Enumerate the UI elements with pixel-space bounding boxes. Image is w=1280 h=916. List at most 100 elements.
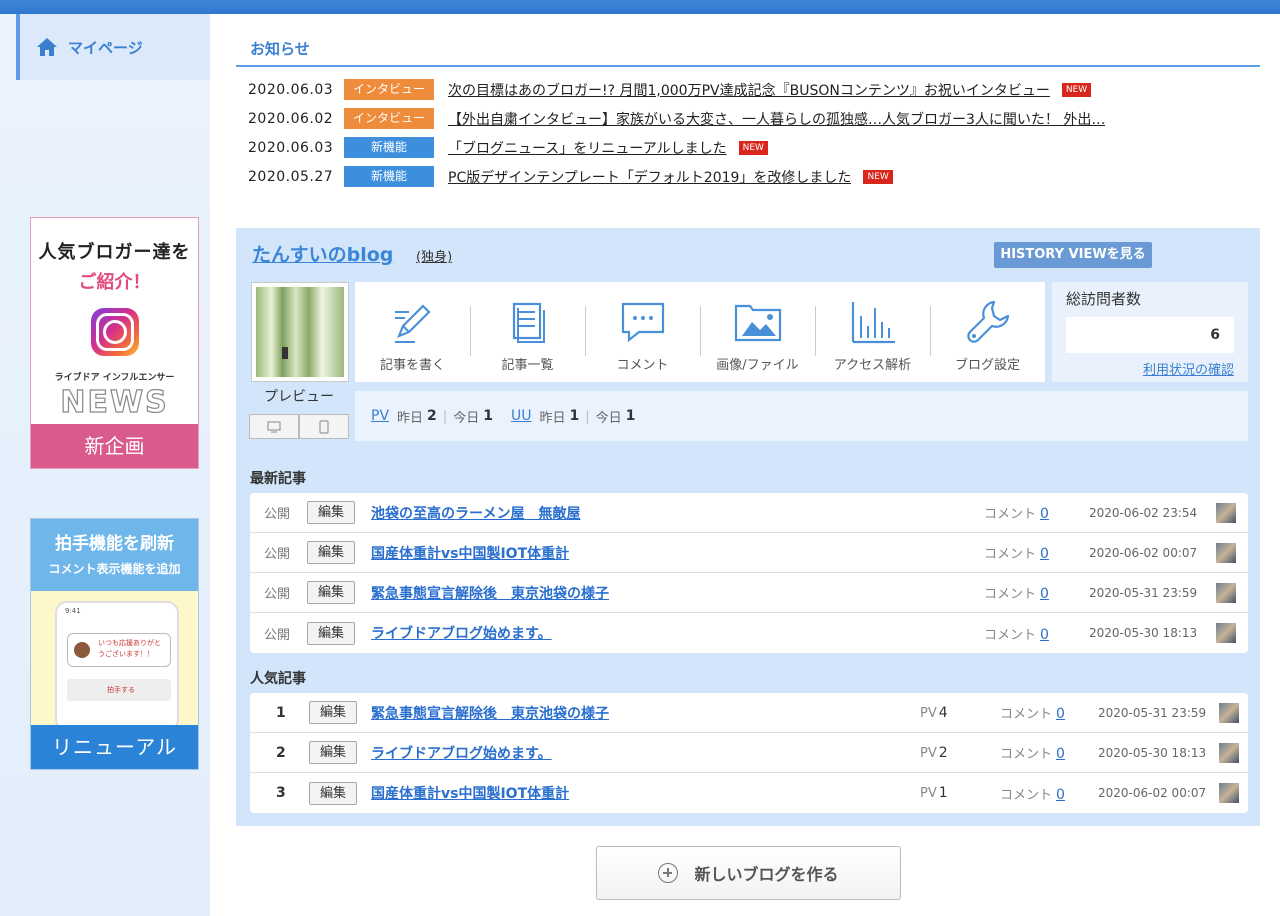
edit-button[interactable]: 編集 bbox=[307, 621, 355, 645]
comment-count: コメント 0 bbox=[1000, 743, 1065, 762]
avatar bbox=[1216, 582, 1236, 603]
article-title-link[interactable]: 国産体重計vs中国製IOT体重計 bbox=[371, 543, 569, 563]
avatar bbox=[1219, 783, 1239, 803]
phone-time: 9:41 bbox=[65, 607, 81, 615]
table-row: 公開 編集 国産体重計vs中国製IOT体重計 コメント 0 2020-06-02 … bbox=[250, 533, 1248, 573]
yesterday-label: 昨日 bbox=[397, 410, 424, 426]
preview-label: プレビュー bbox=[264, 389, 334, 405]
news-tag: インタビュー bbox=[344, 108, 434, 129]
banner-caption: ライブドア インフルエンサー bbox=[54, 373, 175, 383]
article-rank: 3 bbox=[276, 785, 286, 801]
comment-count: コメント 0 bbox=[984, 503, 1049, 522]
popular-articles-heading: 人気記事 bbox=[250, 671, 306, 687]
tool-blog-settings[interactable]: ブログ設定 bbox=[930, 282, 1045, 382]
pv-yesterday: 2 bbox=[427, 408, 437, 424]
tool-images-files[interactable]: 画像/ファイル bbox=[700, 282, 815, 382]
article-title-link[interactable]: 緊急事態宣言解除後 東京池袋の様子 bbox=[371, 583, 609, 603]
tool-label: コメント bbox=[616, 358, 669, 373]
comment-count-link[interactable]: 0 bbox=[1040, 627, 1049, 643]
tool-label: ブログ設定 bbox=[954, 358, 1020, 373]
article-date: 2020-06-02 23:54 bbox=[1089, 505, 1198, 520]
edit-button[interactable]: 編集 bbox=[309, 781, 357, 805]
edit-button[interactable]: 編集 bbox=[307, 541, 355, 564]
avatar bbox=[1216, 623, 1236, 643]
blog-subtitle[interactable]: (独身) bbox=[416, 246, 452, 265]
blog-panel: たんすいのblog (独身) HISTORY VIEWを見る プレビュー 記事を… bbox=[236, 228, 1260, 826]
uu-link[interactable]: UU bbox=[511, 408, 532, 424]
top-bar bbox=[0, 0, 1280, 14]
mobile-preview-button[interactable] bbox=[299, 414, 349, 439]
comment-count: コメント 0 bbox=[984, 583, 1049, 602]
comment-label: コメント bbox=[984, 547, 1037, 562]
popular-articles-list: 1 編集 緊急事態宣言解除後 東京池袋の様子 PV 4 コメント 0 2020-05… bbox=[250, 693, 1248, 813]
create-new-blog-button[interactable]: 新しいブログを作る bbox=[596, 846, 901, 900]
blog-name-link[interactable]: たんすいのblog bbox=[252, 240, 393, 267]
pv-label: PV bbox=[920, 705, 937, 721]
article-title-link[interactable]: 緊急事態宣言解除後 東京池袋の様子 bbox=[371, 703, 609, 723]
influencer-news-banner[interactable]: 人気ブロガー達を ご紹介！ ライブドア インフルエンサー NEWS 新企画 bbox=[30, 217, 199, 469]
banner-subheading: ご紹介！ bbox=[78, 272, 151, 293]
separator: | bbox=[585, 408, 590, 424]
tool-label: アクセス解析 bbox=[833, 358, 912, 373]
banner-heading: 拍手機能を刷新 bbox=[55, 534, 174, 554]
blog-thumbnail[interactable] bbox=[251, 282, 349, 382]
pv-value: 4 bbox=[938, 704, 948, 721]
pv-label: PV bbox=[920, 745, 937, 761]
news-section: お知らせ 2020.06.03 インタビュー 次の目標はあのブロガー!? 月間1… bbox=[236, 28, 1260, 191]
tool-comments[interactable]: コメント bbox=[585, 282, 700, 382]
usage-status-link[interactable]: 利用状況の確認 bbox=[1066, 359, 1234, 378]
banner-news-text: NEWS bbox=[60, 384, 169, 420]
total-visitors-value: 6 bbox=[1066, 317, 1234, 353]
avatar bbox=[1216, 502, 1236, 523]
news-date: 2020.06.03 bbox=[248, 81, 334, 98]
news-link[interactable]: PC版デザインテンプレート「デフォルト2019」を改修しました bbox=[448, 167, 851, 187]
article-title-link[interactable]: 国産体重計vs中国製IOT体重計 bbox=[371, 783, 569, 803]
pv-today: 1 bbox=[483, 408, 493, 424]
preview-buttons bbox=[249, 414, 349, 439]
comment-count-link[interactable]: 0 bbox=[1056, 787, 1065, 803]
comment-count-link[interactable]: 0 bbox=[1040, 586, 1049, 602]
separator: | bbox=[442, 408, 448, 424]
create-new-blog-label: 新しいブログを作る bbox=[694, 865, 839, 884]
article-rank: 2 bbox=[276, 744, 286, 761]
image-folder-icon bbox=[734, 304, 781, 342]
home-icon bbox=[37, 38, 57, 56]
news-item: 2020.05.27 新機能 PC版デザインテンプレート「デフォルト2019」を… bbox=[236, 162, 1260, 191]
tool-access-analysis[interactable]: アクセス解析 bbox=[815, 282, 930, 382]
comment-count-link[interactable]: 0 bbox=[1040, 546, 1049, 562]
table-row: 公開 編集 池袋の至高のラーメン屋 無敵屋 コメント 0 2020-06-02 2… bbox=[250, 493, 1248, 533]
article-date: 2020-05-31 23:59 bbox=[1089, 585, 1198, 600]
news-link[interactable]: 【外出自粛インタビュー】家族がいる大変さ、一人暮らしの孤独感…人気ブロガー3人に… bbox=[448, 109, 1105, 129]
pv-label: PV bbox=[920, 786, 937, 801]
comment-count-link[interactable]: 0 bbox=[1040, 506, 1049, 522]
tool-label: 画像/ファイル bbox=[716, 358, 799, 373]
history-view-button[interactable]: HISTORY VIEWを見る bbox=[994, 242, 1152, 268]
edit-button[interactable]: 編集 bbox=[309, 741, 357, 764]
comment-label: コメント bbox=[1000, 707, 1053, 722]
news-link[interactable]: 次の目標はあのブロガー!? 月間1,000万PV達成記念『BUSONコンテンツ』… bbox=[448, 80, 1050, 100]
article-rank: 1 bbox=[276, 704, 286, 721]
monitor-icon bbox=[267, 420, 281, 433]
article-title-link[interactable]: ライブドアブログ始めます。 bbox=[371, 623, 552, 643]
article-title-link[interactable]: 池袋の至高のラーメン屋 無敵屋 bbox=[371, 503, 580, 523]
news-link[interactable]: 「ブログニュース」をリニューアルしました bbox=[448, 138, 727, 158]
avatar bbox=[1216, 542, 1236, 563]
article-title-link[interactable]: ライブドアブログ始めます。 bbox=[371, 743, 552, 763]
comment-count-link[interactable]: 0 bbox=[1056, 746, 1065, 762]
tool-write-article[interactable]: 記事を書く bbox=[355, 282, 470, 382]
comment-label: コメント bbox=[984, 507, 1037, 522]
edit-button[interactable]: 編集 bbox=[307, 581, 355, 604]
pencil-icon bbox=[394, 304, 431, 343]
tool-article-list[interactable]: 記事一覧 bbox=[470, 282, 585, 382]
banner-subheading: コメント表示機能を追加 bbox=[48, 562, 181, 576]
clap-feature-banner[interactable]: 拍手機能を刷新 コメント表示機能を追加 9:41 いつも応援ありがとうございます… bbox=[30, 518, 199, 770]
pv-count: PV 2 bbox=[920, 745, 948, 761]
pc-preview-button[interactable] bbox=[249, 414, 299, 439]
pv-link[interactable]: PV bbox=[371, 408, 389, 424]
new-badge: NEW bbox=[863, 169, 893, 184]
instagram-icon bbox=[90, 308, 139, 356]
edit-button[interactable]: 編集 bbox=[309, 701, 357, 724]
comment-count-link[interactable]: 0 bbox=[1056, 706, 1065, 722]
edit-button[interactable]: 編集 bbox=[307, 501, 355, 524]
sidebar-item-mypage[interactable]: マイページ bbox=[16, 14, 210, 80]
